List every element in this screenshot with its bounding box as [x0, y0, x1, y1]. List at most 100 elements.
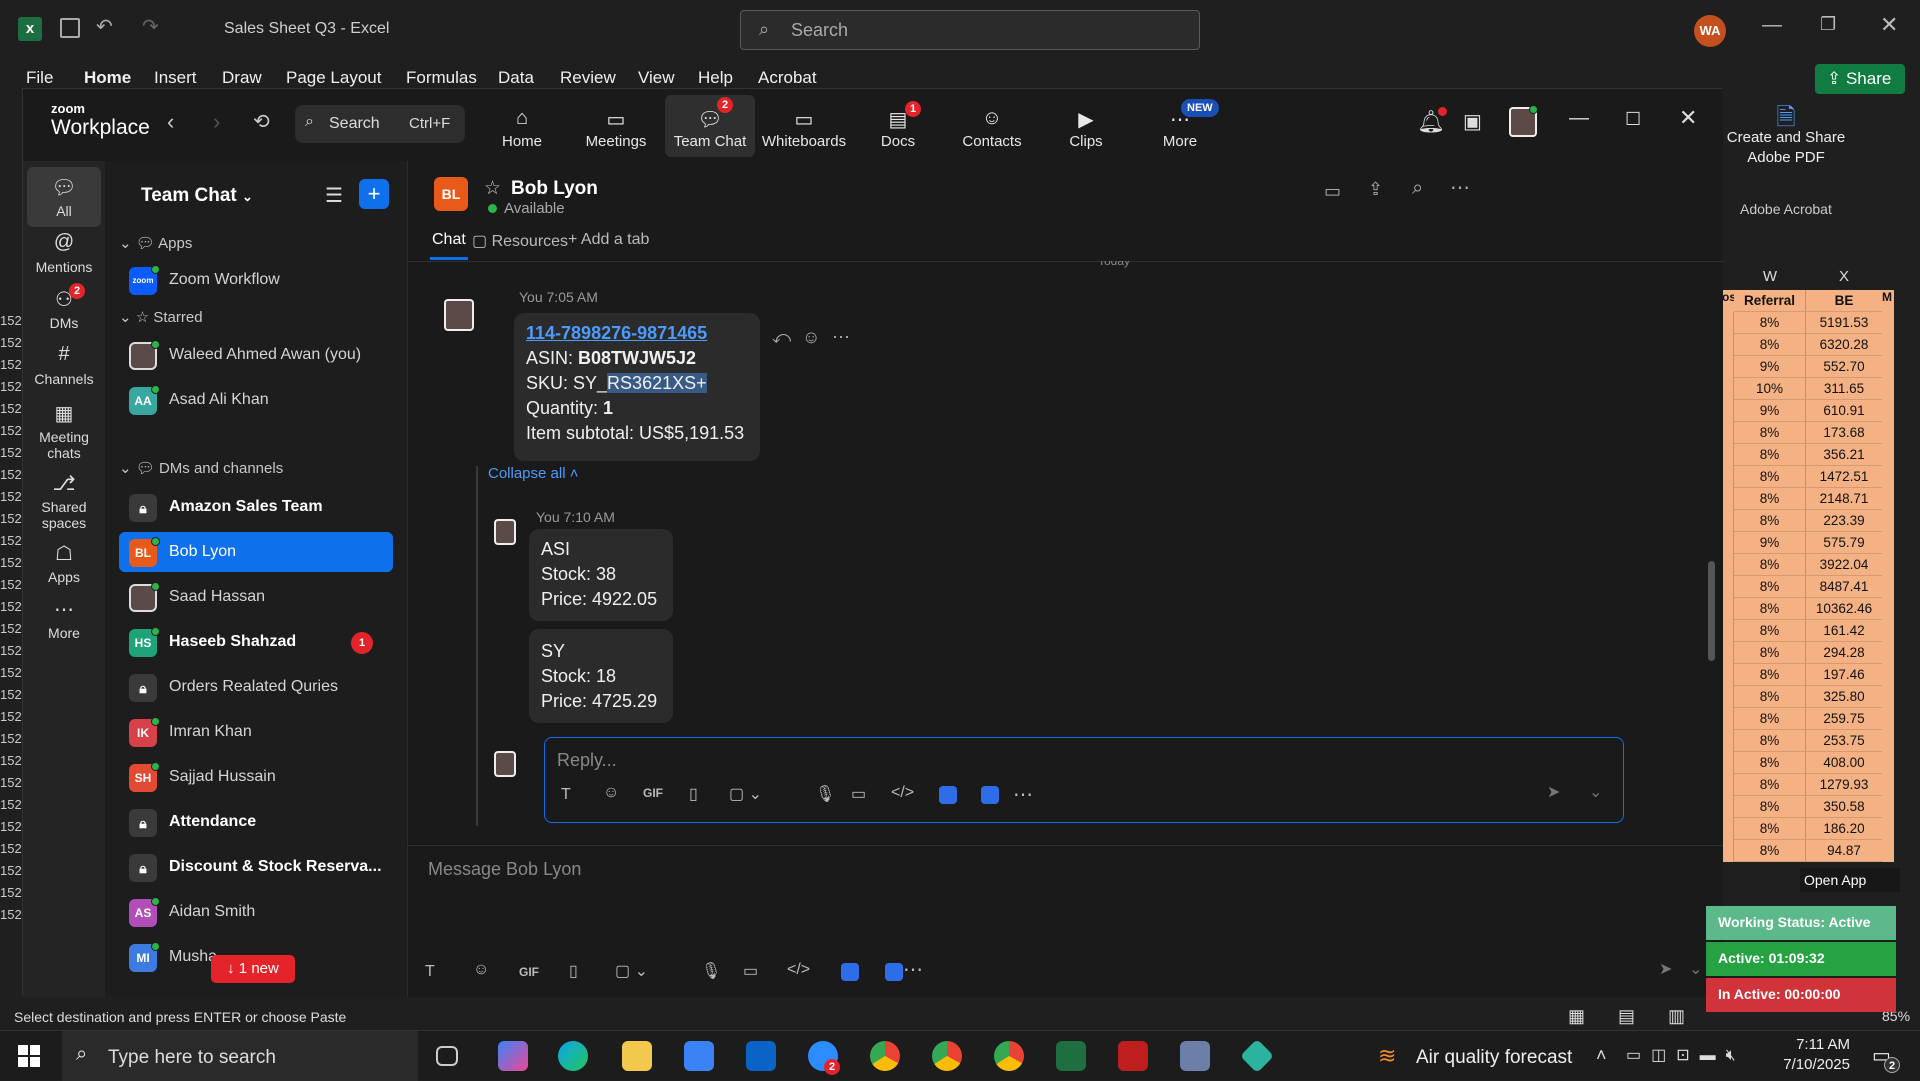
open-app-button[interactable]: Open App — [1800, 868, 1900, 892]
tab-insert[interactable]: Insert — [154, 68, 197, 88]
referral-cell[interactable]: 8% — [1734, 576, 1806, 598]
more-actions-icon[interactable]: ⋯ — [832, 327, 850, 348]
referral-cell[interactable]: 8% — [1734, 620, 1806, 642]
sidebar-item-bob-lyon[interactable]: BL Bob Lyon — [119, 532, 393, 572]
more-icon[interactable]: ⋯ — [903, 957, 923, 982]
thread-reply-box[interactable]: Reply... T ☺ GIF ▯ ▢ ⌄ 🎙︎ ▭ </> ⋯ ➤ ⌄ — [544, 737, 1624, 823]
forward-icon[interactable]: › — [213, 109, 220, 135]
cell[interactable] — [1722, 334, 1734, 356]
sidebar-item-waleed-ahmed-awan-you[interactable]: Waleed Ahmed Awan (you) — [119, 335, 393, 375]
video-icon[interactable]: ▭ — [1324, 181, 1341, 202]
be-cell[interactable]: 1279.93 — [1806, 774, 1882, 796]
be-cell[interactable]: 575.79 — [1806, 532, 1882, 554]
share-button[interactable]: ⇪ Share — [1815, 64, 1905, 94]
referral-cell[interactable]: 8% — [1734, 444, 1806, 466]
chevron-down-icon[interactable]: ⌄ — [1589, 782, 1602, 802]
contact-name[interactable]: Bob Lyon — [511, 178, 598, 200]
referral-cell[interactable]: 8% — [1734, 840, 1806, 862]
maximize-icon[interactable]: ☐ — [1625, 109, 1641, 130]
zoom-search-button[interactable]: ⌕ Search Ctrl+F — [295, 105, 465, 143]
cell[interactable] — [1882, 422, 1894, 444]
row-number[interactable]: 152 — [0, 684, 22, 706]
sidebar-item-sajjad-hussain[interactable]: SH Sajjad Hussain — [119, 757, 393, 797]
emoji-reaction-icon[interactable]: ☺ — [802, 327, 820, 348]
cell[interactable] — [1882, 400, 1894, 422]
file-icon[interactable]: ▯ — [689, 784, 698, 804]
cell[interactable] — [1882, 356, 1894, 378]
row-number[interactable]: 152 — [0, 772, 22, 794]
zoom-docs-icon[interactable] — [885, 963, 903, 981]
be-cell[interactable]: 350.58 — [1806, 796, 1882, 818]
row-number[interactable]: 152 — [0, 794, 22, 816]
cell[interactable] — [1882, 796, 1894, 818]
referral-cell[interactable]: 8% — [1734, 730, 1806, 752]
copilot-icon[interactable] — [498, 1041, 528, 1071]
cell[interactable] — [1722, 840, 1734, 862]
sidebar-item-amazon-sales-team[interactable]: 🔒︎ Amazon Sales Team — [119, 487, 393, 527]
row-number[interactable]: 152 — [0, 398, 22, 420]
page-layout-icon[interactable]: ▤ — [1618, 1006, 1635, 1027]
nav-docs[interactable]: ▤ Docs 1 — [853, 101, 943, 150]
row-number[interactable]: 152 — [0, 706, 22, 728]
microphone-icon[interactable]: 🎙︎ — [815, 784, 835, 804]
screenshot-icon[interactable]: ▢ ⌄ — [729, 784, 762, 804]
clock[interactable]: 7:11 AM 7/10/2025 — [1778, 1035, 1850, 1075]
row-number[interactable]: 152 — [0, 618, 22, 640]
acrobat-create-pdf-button[interactable]: 🗎 Create and Share Adobe PDF — [1724, 106, 1848, 168]
video-message-icon[interactable]: ▭ — [743, 961, 758, 981]
calculator-icon[interactable] — [1180, 1041, 1210, 1071]
referral-cell[interactable]: 8% — [1734, 422, 1806, 444]
header-cell[interactable]: M — [1882, 290, 1894, 312]
header-cell[interactable]: ost — [1722, 290, 1734, 312]
tab-file[interactable]: File — [26, 68, 53, 88]
cell[interactable] — [1722, 400, 1734, 422]
be-cell[interactable]: 325.80 — [1806, 686, 1882, 708]
rail-shared-spaces[interactable]: ⎇ Shared spaces — [27, 463, 101, 539]
filter-icon[interactable]: ☰ — [325, 183, 343, 208]
format-text-icon[interactable]: T — [561, 786, 571, 804]
be-cell[interactable]: 311.65 — [1806, 378, 1882, 400]
cell[interactable] — [1882, 664, 1894, 686]
rail-all[interactable]: 💬︎ All — [27, 167, 101, 227]
be-cell[interactable]: 2148.71 — [1806, 488, 1882, 510]
sidebar-item-zoom-workflow[interactable]: zoom Zoom Workflow — [119, 260, 393, 300]
row-number[interactable]: 152 — [0, 662, 22, 684]
scrollbar[interactable] — [1708, 561, 1715, 661]
referral-cell[interactable]: 8% — [1734, 554, 1806, 576]
be-cell[interactable]: 8487.41 — [1806, 576, 1882, 598]
cell[interactable] — [1882, 532, 1894, 554]
gif-icon[interactable]: GIF — [519, 965, 539, 979]
cell[interactable] — [1882, 444, 1894, 466]
save-icon[interactable] — [60, 18, 80, 38]
row-number[interactable]: 152 — [0, 332, 22, 354]
be-cell[interactable]: 223.39 — [1806, 510, 1882, 532]
cell[interactable] — [1722, 576, 1734, 598]
row-number[interactable]: 152 — [0, 530, 22, 552]
be-cell[interactable]: 6320.28 — [1806, 334, 1882, 356]
rail-dms[interactable]: ⚇ DMs 2 — [27, 279, 101, 339]
send-icon[interactable]: ➤ — [1547, 782, 1560, 802]
be-cell[interactable]: 253.75 — [1806, 730, 1882, 752]
row-number[interactable]: 152 — [0, 882, 22, 904]
cell[interactable] — [1882, 510, 1894, 532]
nav-contacts[interactable]: ☺ Contacts — [947, 107, 1037, 150]
avatar[interactable]: WA — [1694, 15, 1726, 47]
referral-cell[interactable]: 8% — [1734, 686, 1806, 708]
cell[interactable] — [1722, 532, 1734, 554]
referral-cell[interactable]: 9% — [1734, 400, 1806, 422]
cell[interactable] — [1882, 598, 1894, 620]
cell[interactable] — [1722, 444, 1734, 466]
tab-data[interactable]: Data — [498, 68, 534, 88]
cell[interactable] — [1882, 488, 1894, 510]
cell[interactable] — [1882, 774, 1894, 796]
row-number[interactable]: 152 — [0, 596, 22, 618]
row-number[interactable]: 152 — [0, 464, 22, 486]
gif-icon[interactable]: GIF — [643, 786, 663, 800]
chrome-icon[interactable] — [994, 1041, 1024, 1071]
be-cell[interactable]: 356.21 — [1806, 444, 1882, 466]
tab-draw[interactable]: Draw — [222, 68, 262, 88]
referral-cell[interactable]: 8% — [1734, 312, 1806, 334]
row-number[interactable]: 152 — [0, 420, 22, 442]
new-chat-button[interactable]: + — [359, 179, 389, 209]
taskbar-search[interactable]: ⌕ Type here to search — [62, 1031, 418, 1081]
